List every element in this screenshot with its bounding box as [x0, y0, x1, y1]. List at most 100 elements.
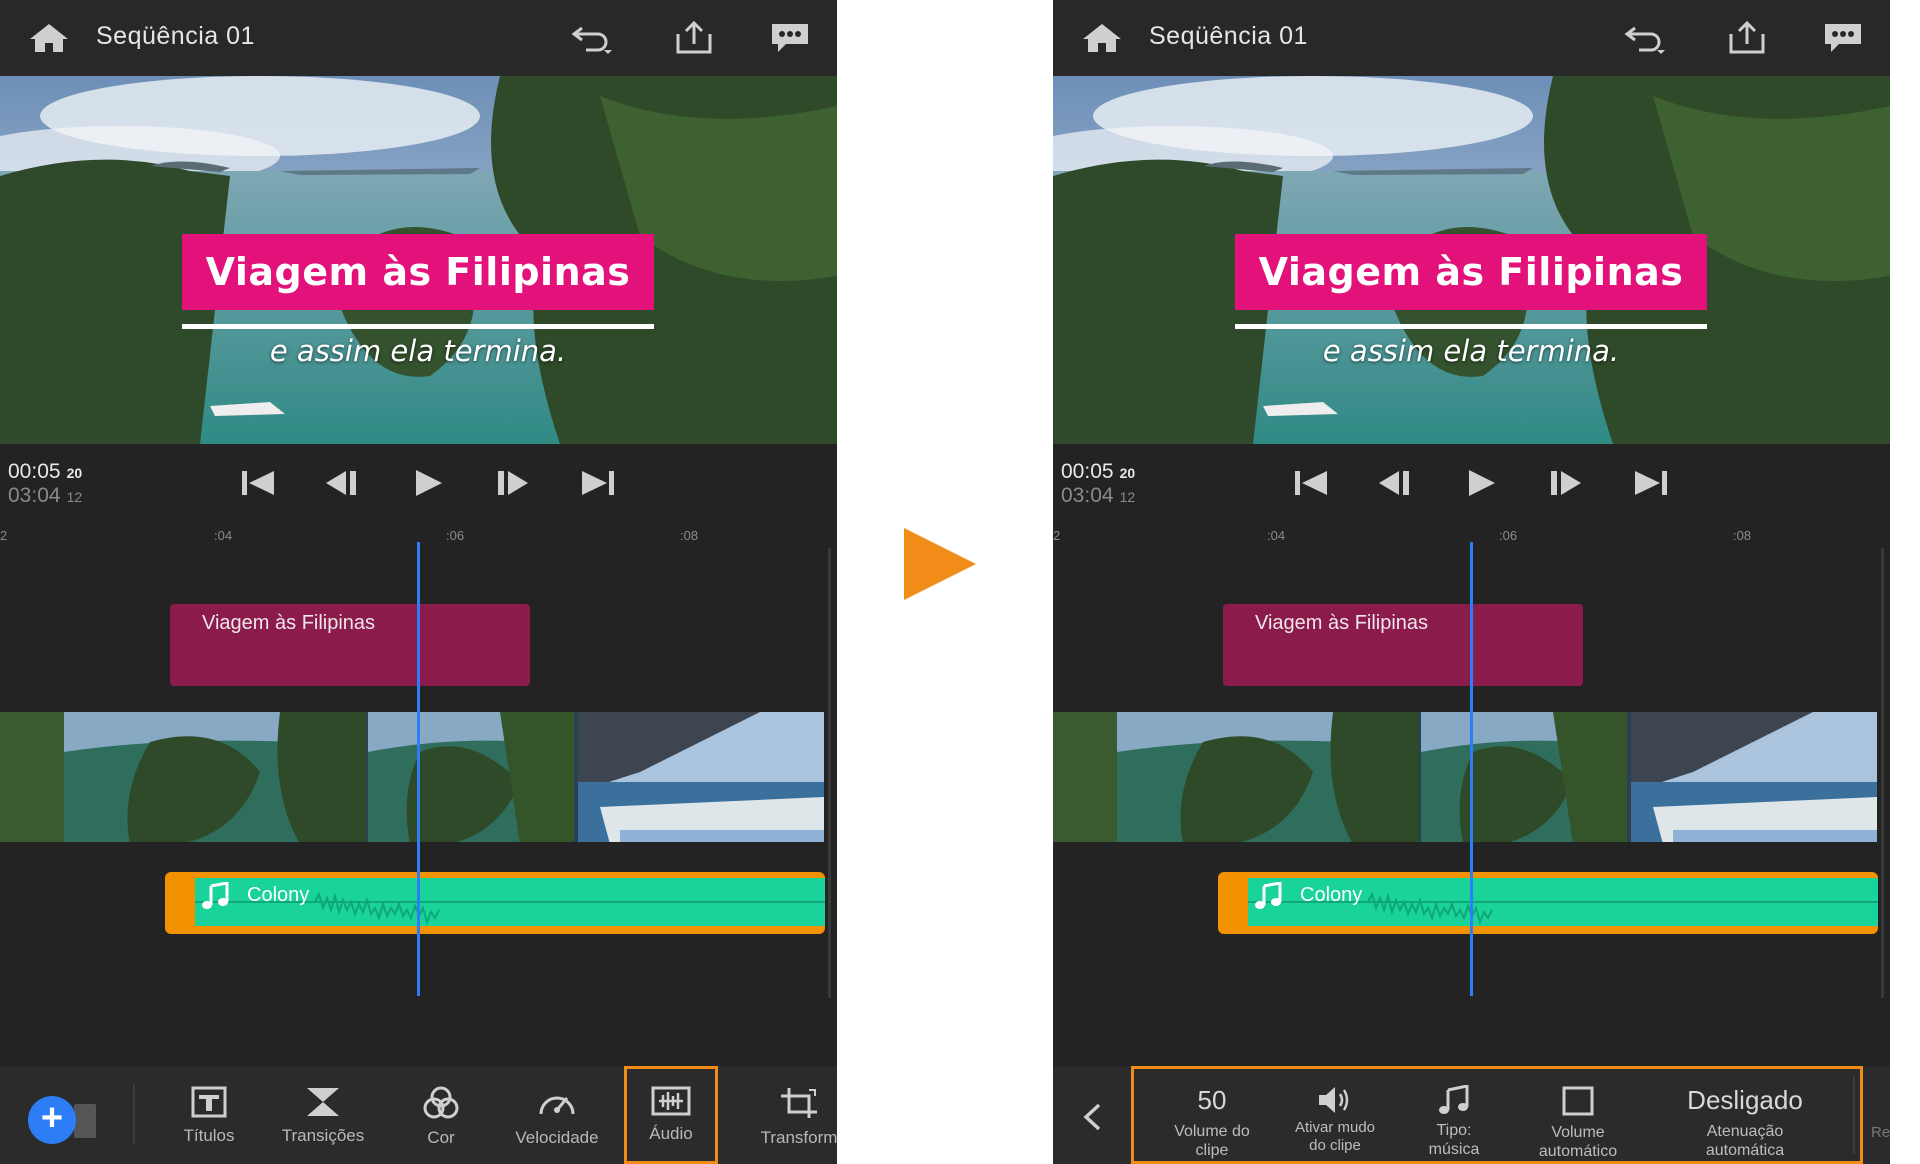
mute-clip-control[interactable]: Ativar mudo do clipe	[1280, 1069, 1390, 1164]
audio-type-label: Tipo: música	[1428, 1122, 1480, 1158]
timeline[interactable]: 2 :04 :06 :08 Viagem às Filipinas Colony	[0, 522, 837, 1062]
step-back-icon[interactable]	[1375, 466, 1415, 500]
speaker-icon	[1319, 1087, 1349, 1113]
total-time: 03:04	[1061, 484, 1114, 507]
video-track[interactable]	[1053, 712, 1877, 842]
timecode: 00:05 20 03:04 12	[8, 460, 82, 508]
auto-volume-toggle[interactable]: Volume automático	[1518, 1069, 1638, 1164]
ruler-label-edge: 2	[1053, 528, 1061, 543]
checkbox-unchecked-icon	[1562, 1086, 1594, 1116]
tool-titles[interactable]: Títulos	[154, 1066, 264, 1164]
feedback-icon[interactable]	[1821, 20, 1865, 56]
ruler-label-06: :06	[1499, 528, 1518, 543]
current-frames: 20	[1119, 465, 1136, 481]
title-underline	[1235, 324, 1707, 329]
editor-screen-before: Seqüência 01 Viagem às Filipinas e assim…	[0, 0, 837, 1164]
tool-color[interactable]: Cor	[386, 1066, 496, 1164]
step-forward-icon[interactable]	[1545, 466, 1585, 500]
title-clip-label: Viagem às Filipinas	[202, 612, 376, 634]
playhead[interactable]	[1470, 542, 1473, 996]
titles-icon	[191, 1086, 227, 1118]
tool-audio[interactable]: Áudio	[624, 1066, 718, 1164]
timeline-scrollbar[interactable]	[828, 548, 831, 998]
timeline[interactable]: 2 :04 :06 :08 Viagem às Filipinas Colony	[1053, 522, 1890, 1062]
sequence-title: Seqüência 01	[96, 22, 255, 50]
title-clip-label: Viagem às Filipinas	[1255, 612, 1429, 634]
step-forward-icon[interactable]	[492, 466, 532, 500]
auto-volume-label: Volume automático	[1538, 1124, 1618, 1160]
bottom-toolbar: + Títulos Transições Cor Velocidade Áudi…	[0, 1066, 837, 1164]
tool-transform-label: Transform	[760, 1128, 837, 1147]
playhead[interactable]	[417, 542, 420, 996]
transform-icon	[781, 1088, 817, 1118]
speed-icon	[539, 1096, 575, 1115]
transition-arrow-icon	[904, 528, 976, 600]
tool-speed-label: Velocidade	[515, 1128, 599, 1147]
sequence-title: Seqüência 01	[1149, 22, 1308, 50]
clip-volume-control[interactable]: 50 Volume do clipe	[1154, 1069, 1270, 1164]
undo-icon[interactable]	[570, 20, 614, 56]
ruler-label-04: :04	[214, 528, 233, 543]
video-track[interactable]	[0, 712, 824, 842]
clip-volume-value: 50	[1197, 1085, 1227, 1115]
audio-type-control[interactable]: Tipo: música	[1402, 1069, 1506, 1164]
tool-audio-label: Áudio	[649, 1124, 693, 1143]
mute-clip-label: Ativar mudo do clipe	[1294, 1119, 1376, 1154]
skip-to-start-icon[interactable]	[238, 466, 278, 500]
auto-ducking-control[interactable]: Desligado Atenuação automática	[1650, 1069, 1840, 1164]
tool-transitions[interactable]: Transições	[268, 1066, 378, 1164]
truncated-toolbar-item[interactable]: Re	[1871, 1124, 1890, 1141]
toolbar-divider	[1853, 1076, 1855, 1154]
total-time: 03:04	[8, 484, 61, 507]
timeline-scrollbar[interactable]	[1881, 548, 1884, 998]
top-bar: Seqüência 01	[0, 0, 837, 76]
current-time: 00:05	[1061, 460, 1114, 483]
current-time: 00:05	[8, 460, 61, 483]
skip-to-start-icon[interactable]	[1291, 466, 1331, 500]
editor-screen-after: Seqüência 01 Viagem às Filipinas e assim…	[1053, 0, 1890, 1164]
music-note-icon	[1439, 1085, 1469, 1114]
title-card[interactable]: Viagem às Filipinas	[182, 234, 654, 310]
home-icon[interactable]	[28, 22, 70, 54]
share-icon[interactable]	[1725, 20, 1769, 56]
audio-clip-label: Colony	[247, 884, 310, 906]
audio-clip[interactable]: Colony	[165, 872, 825, 934]
auto-ducking-value: Desligado	[1687, 1085, 1803, 1115]
audio-clip-label: Colony	[1300, 884, 1363, 906]
ruler-label-04: :04	[1267, 528, 1286, 543]
title-clip[interactable]: Viagem às Filipinas	[1223, 604, 1583, 686]
skip-to-end-icon[interactable]	[1631, 466, 1671, 500]
top-bar: Seqüência 01	[1053, 0, 1890, 76]
tool-transitions-label: Transições	[281, 1126, 365, 1145]
video-preview[interactable]: Viagem às Filipinas e assim ela termina.	[0, 76, 837, 444]
undo-icon[interactable]	[1623, 20, 1667, 56]
total-frames: 12	[66, 489, 83, 505]
ruler-label-08: :08	[680, 528, 699, 543]
audio-clip[interactable]: Colony	[1218, 872, 1878, 934]
auto-ducking-label: Atenuação automática	[1705, 1123, 1785, 1159]
tool-titles-label: Títulos	[183, 1126, 235, 1145]
play-icon[interactable]	[1461, 466, 1501, 500]
tool-transform[interactable]: Transform	[744, 1066, 837, 1164]
transport-controls: 00:05 20 03:04 12	[0, 444, 837, 530]
skip-to-end-icon[interactable]	[578, 466, 618, 500]
title-clip[interactable]: Viagem às Filipinas	[170, 604, 530, 686]
share-icon[interactable]	[672, 20, 716, 56]
feedback-icon[interactable]	[768, 20, 812, 56]
color-icon	[423, 1086, 459, 1119]
title-underline	[182, 324, 654, 329]
timecode: 00:05 20 03:04 12	[1061, 460, 1135, 508]
music-note-icon	[202, 882, 229, 909]
tool-speed[interactable]: Velocidade	[502, 1066, 612, 1164]
step-back-icon[interactable]	[322, 466, 362, 500]
play-icon[interactable]	[408, 466, 448, 500]
add-media-button[interactable]: +	[28, 1096, 76, 1144]
home-icon[interactable]	[1081, 22, 1123, 54]
tool-color-label: Cor	[427, 1128, 455, 1147]
music-note-icon	[1255, 882, 1282, 909]
back-chevron-icon[interactable]	[1081, 1102, 1103, 1132]
ruler-label-06: :06	[446, 528, 465, 543]
title-card[interactable]: Viagem às Filipinas	[1235, 234, 1707, 310]
add-media-shadow	[74, 1104, 96, 1138]
video-preview[interactable]: Viagem às Filipinas e assim ela termina.	[1053, 76, 1890, 444]
